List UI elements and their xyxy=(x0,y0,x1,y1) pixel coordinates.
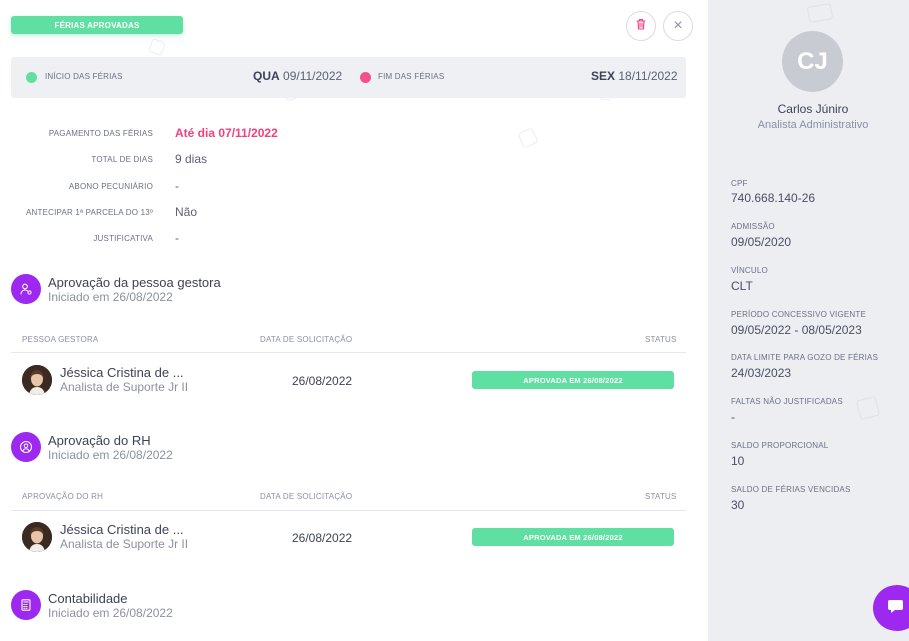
info-value: 9 dias xyxy=(175,152,208,166)
field-label: VÍNCULO xyxy=(731,266,768,275)
field-value: 740.668.140-26 xyxy=(731,191,816,205)
field-value: - xyxy=(731,410,735,424)
status-badge: FÉRIAS APROVADAS xyxy=(11,16,183,34)
info-row-13th: ANTECIPAR 1ª PARCELA DO 13º Não xyxy=(0,205,400,219)
field-label: DATA LIMITE PARA GOZO DE FÉRIAS xyxy=(731,353,879,362)
info-label: TOTAL DE DIAS xyxy=(91,155,153,164)
start-date-value: 09/11/2022 xyxy=(283,69,343,83)
end-date: SEX 18/11/2022 xyxy=(591,69,678,83)
field-value: 24/03/2023 xyxy=(731,366,792,380)
field-value: CLT xyxy=(731,279,753,293)
request-date: 26/08/2022 xyxy=(292,374,353,388)
close-icon: × xyxy=(673,17,683,34)
step-subtitle: Iniciado em 26/08/2022 xyxy=(48,448,173,462)
end-dot-icon xyxy=(360,72,371,83)
start-dot-icon xyxy=(26,72,37,83)
field-value: 30 xyxy=(731,498,745,512)
field-value: 10 xyxy=(731,454,745,468)
column-header-date: DATA DE SOLICITAÇÃO xyxy=(260,335,353,344)
info-row-abono: ABONO PECUNIÁRIO - xyxy=(0,179,400,193)
approver-name: Jéssica Cristina de ... xyxy=(60,365,184,380)
delete-button[interactable] xyxy=(626,11,656,41)
field-label: CPF xyxy=(731,179,748,188)
step-title: Aprovação da pessoa gestora xyxy=(48,275,221,290)
divider xyxy=(11,510,686,511)
avatar xyxy=(22,522,52,552)
start-label: INÍCIO DAS FÉRIAS xyxy=(45,72,123,81)
info-value: Não xyxy=(175,205,198,219)
approver-role: Analista de Suporte Jr II xyxy=(60,537,189,551)
chat-icon xyxy=(887,596,907,621)
info-value: - xyxy=(175,231,179,245)
vacation-period: INÍCIO DAS FÉRIAS QUA 09/11/2022 FIM DAS… xyxy=(11,57,686,98)
info-value: Até dia 07/11/2022 xyxy=(175,126,278,140)
end-label: FIM DAS FÉRIAS xyxy=(378,72,445,81)
field-label: ADMISSÃO xyxy=(731,222,775,231)
employee-role: Analista Administrativo xyxy=(757,119,869,131)
info-label: JUSTIFICATIVA xyxy=(93,234,153,243)
accounting-icon xyxy=(11,590,41,620)
employee-name: Carlos Júniro xyxy=(777,102,849,116)
decor-shape xyxy=(517,127,539,149)
column-header-status: STATUS xyxy=(645,492,677,501)
info-label: ANTECIPAR 1ª PARCELA DO 13º xyxy=(25,208,153,217)
close-button[interactable]: × xyxy=(663,11,693,41)
end-weekday: SEX xyxy=(591,69,616,83)
field-value: 09/05/2020 xyxy=(731,235,792,249)
field-label: SALDO DE FÉRIAS VENCIDAS xyxy=(731,485,851,494)
decor-shape xyxy=(806,3,834,23)
info-value: - xyxy=(175,179,179,193)
approval-status-badge: APROVADA EM 26/08/2022 xyxy=(472,371,674,389)
step-subtitle: Iniciado em 26/08/2022 xyxy=(48,290,173,304)
decor-shape xyxy=(855,395,881,421)
trash-icon xyxy=(634,17,648,36)
info-label: PAGAMENTO DAS FÉRIAS xyxy=(48,129,153,138)
hr-approval-icon xyxy=(11,432,41,462)
step-title: Contabilidade xyxy=(48,591,128,606)
column-header-person: PESSOA GESTORA xyxy=(22,335,99,344)
column-header-date: DATA DE SOLICITAÇÃO xyxy=(260,492,353,501)
approval-status-badge: APROVADA EM 26/08/2022 xyxy=(472,528,674,546)
field-label: SALDO PROPORCIONAL xyxy=(731,441,829,450)
start-date: QUA 09/11/2022 xyxy=(253,69,342,83)
manager-approval-icon xyxy=(11,274,41,304)
field-label: PERÍODO CONCESSIVO VIGENTE xyxy=(731,310,867,319)
start-weekday: QUA xyxy=(253,69,280,83)
column-header-status: STATUS xyxy=(645,335,677,344)
column-header-person: APROVAÇÃO DO RH xyxy=(22,492,104,501)
approver-name: Jéssica Cristina de ... xyxy=(60,522,184,537)
field-label: FALTAS NÃO JUSTIFICADAS xyxy=(731,397,843,406)
approver-role: Analista de Suporte Jr II xyxy=(60,380,189,394)
info-row-justification: JUSTIFICATIVA - xyxy=(0,231,400,245)
field-value: 09/05/2022 - 08/05/2023 xyxy=(731,323,862,337)
divider xyxy=(11,352,686,353)
request-date: 26/08/2022 xyxy=(292,531,353,545)
employee-sidebar: CJ Carlos Júniro Analista Administrativo… xyxy=(708,0,909,641)
info-row-payment: PAGAMENTO DAS FÉRIAS Até dia 07/11/2022 xyxy=(0,126,400,140)
end-date-value: 18/11/2022 xyxy=(618,69,678,83)
info-row-total-days: TOTAL DE DIAS 9 dias xyxy=(0,152,400,166)
info-label: ABONO PECUNIÁRIO xyxy=(68,182,153,191)
step-title: Aprovação do RH xyxy=(48,433,151,448)
avatar xyxy=(22,365,52,395)
step-subtitle: Iniciado em 26/08/2022 xyxy=(48,606,173,620)
employee-avatar: CJ xyxy=(782,31,843,92)
vacation-detail-panel: FÉRIAS APROVADAS × INÍCIO DAS FÉRIAS QUA… xyxy=(0,0,708,641)
decor-shape xyxy=(148,38,166,56)
